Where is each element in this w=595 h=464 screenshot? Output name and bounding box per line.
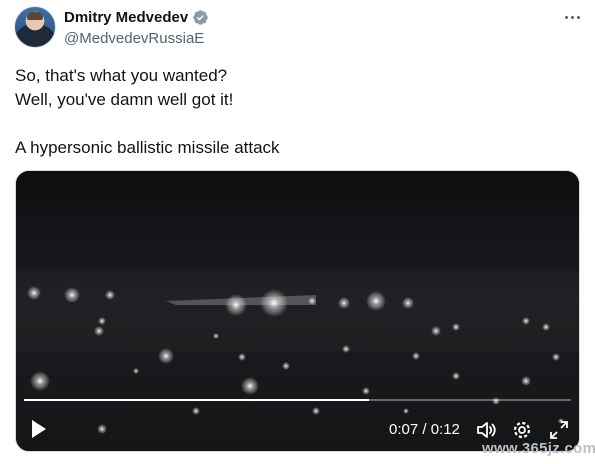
- play-icon[interactable]: [30, 419, 48, 439]
- settings-icon[interactable]: [511, 420, 533, 440]
- video-player[interactable]: 0:07 / 0:12: [15, 170, 580, 452]
- author-handle[interactable]: @MedvedevRussiaE: [64, 30, 204, 47]
- tweet-line: So, that's what you wanted?: [15, 66, 228, 85]
- video-progress-bar[interactable]: [24, 399, 571, 401]
- verified-badge-icon: [193, 10, 208, 25]
- tweet-text: So, that's what you wanted? Well, you've…: [15, 64, 575, 160]
- volume-icon[interactable]: [476, 420, 498, 440]
- author-name[interactable]: Dmitry Medvedev: [64, 9, 188, 26]
- video-progress-fill: [24, 399, 369, 401]
- watermark: www.365jz.com: [482, 440, 595, 457]
- video-frame: [16, 171, 579, 451]
- video-time-display: 0:07 / 0:12: [389, 421, 460, 438]
- more-options-icon[interactable]: [562, 9, 582, 25]
- avatar[interactable]: [14, 6, 56, 48]
- fullscreen-icon[interactable]: [548, 420, 570, 440]
- tweet-line: A hypersonic ballistic missile attack: [15, 138, 280, 157]
- author-name-row: Dmitry Medvedev: [64, 9, 209, 26]
- tweet-line: Well, you've damn well got it!: [15, 90, 234, 109]
